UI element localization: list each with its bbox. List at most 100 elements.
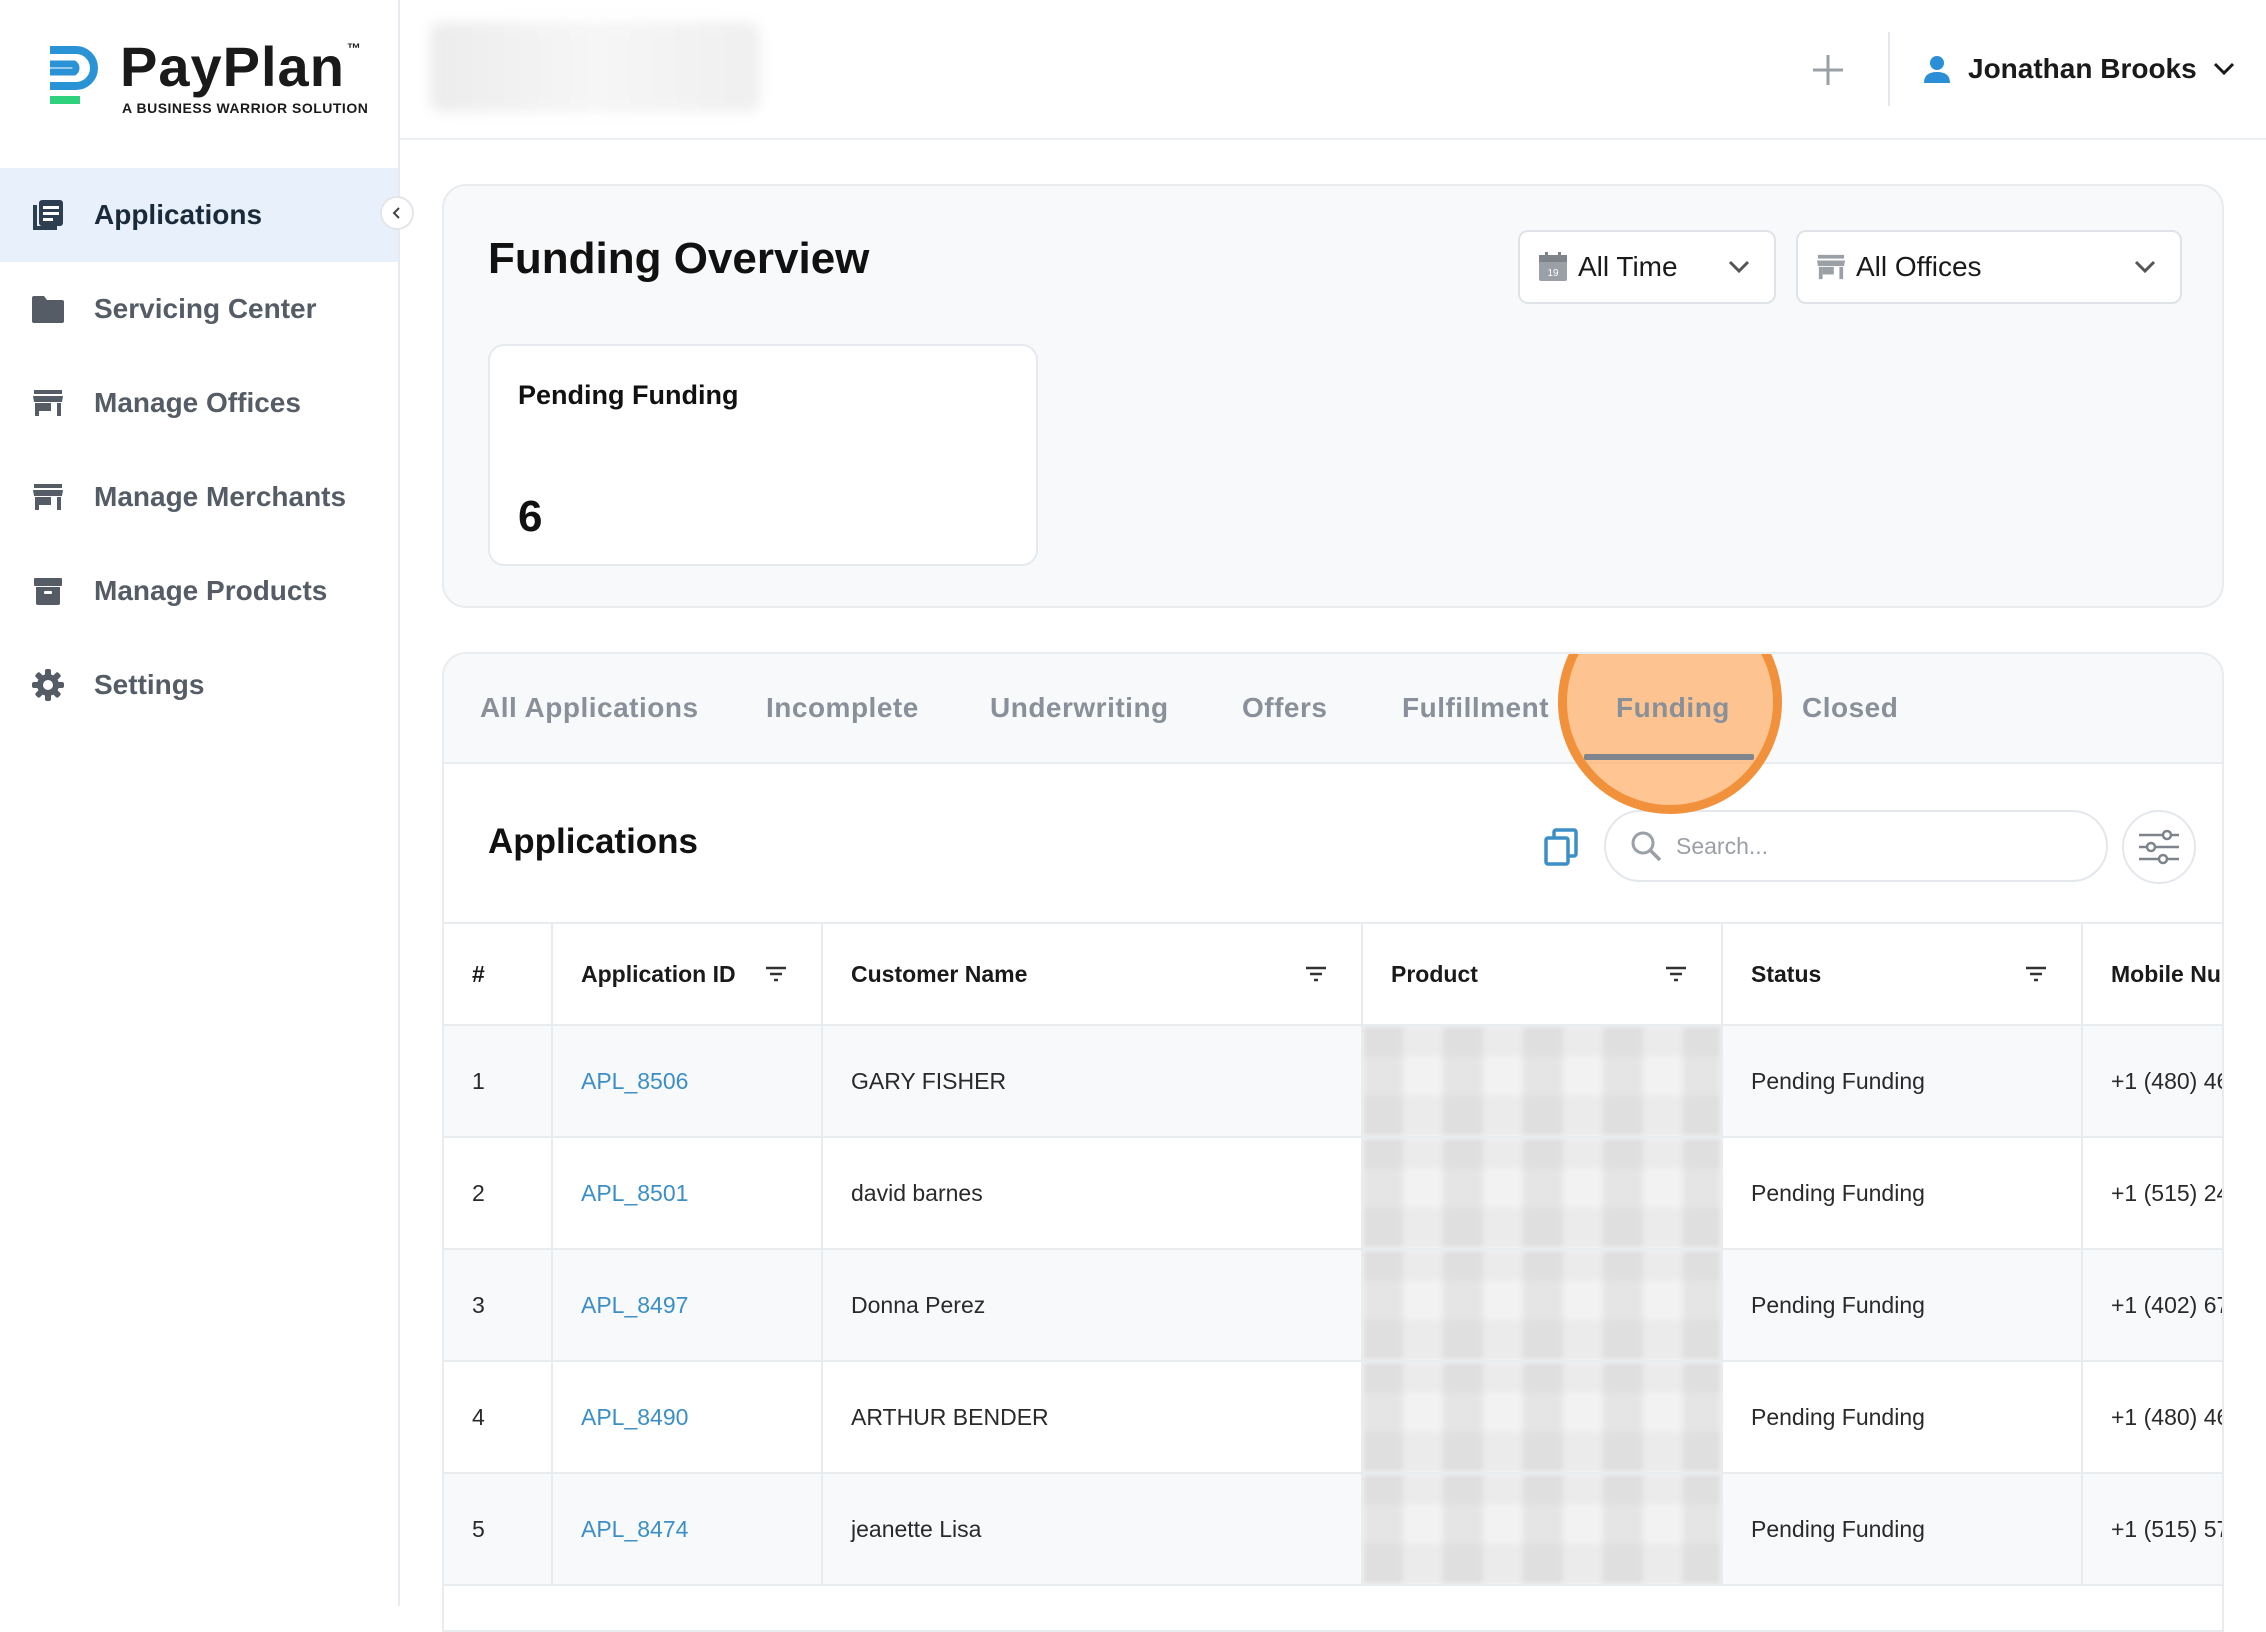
status-cell: Pending Funding [1722,1137,2083,1250]
store-icon [1817,254,1845,280]
time-filter-value: All Time [1578,251,1678,282]
column-header-mobile-number: Mobile Nur [2082,922,2222,1026]
column-header-product[interactable]: Product [1362,922,1723,1026]
top-bar: Jonathan Brooks [400,0,2266,140]
calendar-icon: 19 [1539,252,1567,281]
add-button[interactable] [1798,40,1858,100]
tab-fulfillment[interactable]: Fulfillment [1402,692,1549,724]
redacted-title [430,22,760,112]
applications-table: # Application ID Customer Name Product S… [444,922,2222,1586]
mobile-number: +1 (480) 46 [2082,1361,2222,1474]
tab-offers[interactable]: Offers [1242,692,1327,724]
application-id-link[interactable]: APL_8506 [552,1025,823,1138]
status-cell: Pending Funding [1722,1249,2083,1362]
table-row[interactable]: 3 APL_8497 Donna Perez Pending Funding +… [444,1249,2222,1362]
applications-header: Applications [444,764,2222,924]
product-cell-redacted [1362,1361,1723,1474]
filter-icon[interactable] [1305,966,1327,982]
sidebar-item-settings[interactable]: Settings [0,638,398,732]
payplan-logo-icon [50,46,98,104]
sidebar-item-manage-products[interactable]: Manage Products [0,544,398,638]
tab-underwriting[interactable]: Underwriting [990,692,1169,724]
search-box[interactable] [1604,810,2108,882]
time-filter-select[interactable]: 19 All Time [1518,230,1776,304]
copy-button[interactable] [1534,820,1588,874]
archive-icon [30,573,66,609]
product-cell-redacted [1362,1473,1723,1586]
filter-settings-button[interactable] [2122,810,2196,884]
product-cell-redacted [1362,1249,1723,1362]
row-number: 2 [444,1137,553,1250]
sidebar-item-manage-offices[interactable]: Manage Offices [0,356,398,450]
row-number: 4 [444,1361,553,1474]
chevron-down-icon [2213,62,2234,76]
redaction-blur [1363,1362,1720,1471]
metric-label: Pending Funding [518,380,739,410]
row-number: 5 [444,1473,553,1586]
mobile-number: +1 (402) 67 [2082,1249,2222,1362]
divider [1888,32,1890,106]
tab-all-applications[interactable]: All Applications [480,692,699,724]
user-icon [1924,56,1950,83]
sidebar: PayPlan ™ A BUSINESS WARRIOR SOLUTION App… [0,0,414,1606]
product-cell-redacted [1362,1137,1723,1250]
table-row[interactable]: 5 APL_8474 jeanette Lisa Pending Funding… [444,1473,2222,1586]
gear-icon [30,667,66,703]
mobile-number: +1 (515) 24( [2082,1137,2222,1250]
store-icon [30,385,66,421]
status-cell: Pending Funding [1722,1361,2083,1474]
applications-icon [30,197,66,233]
sidebar-item-label: Settings [94,669,205,700]
copy-icon [1544,828,1578,866]
table-row[interactable]: 4 APL_8490 ARTHUR BENDER Pending Funding… [444,1361,2222,1474]
customer-name: GARY FISHER [822,1025,1363,1138]
redaction-blur [1363,1026,1720,1135]
pending-funding-card[interactable]: Pending Funding 6 [488,344,1038,566]
sidebar-item-label: Manage Offices [94,387,301,418]
status-tabs: All Applications Incomplete Underwriting… [444,654,2222,814]
column-header-application-id[interactable]: Application ID [552,922,823,1026]
plus-icon [1813,55,1843,85]
application-id-link[interactable]: APL_8474 [552,1473,823,1586]
status-cell: Pending Funding [1722,1473,2083,1586]
tab-incomplete[interactable]: Incomplete [766,692,919,724]
filter-icon[interactable] [2025,966,2047,982]
active-tab-indicator [1584,754,1754,760]
column-header-status[interactable]: Status [1722,922,2083,1026]
applications-panel: All Applications Incomplete Underwriting… [442,652,2224,1632]
collapse-sidebar-button[interactable] [380,196,414,230]
office-filter-select[interactable]: All Offices [1796,230,2182,304]
application-id-link[interactable]: APL_8497 [552,1249,823,1362]
column-header-customer-name[interactable]: Customer Name [822,922,1363,1026]
table-header-row: # Application ID Customer Name Product S… [444,922,2222,1026]
row-number: 1 [444,1025,553,1138]
customer-name: jeanette Lisa [822,1473,1363,1586]
product-cell-redacted [1362,1025,1723,1138]
sidebar-item-label: Manage Merchants [94,481,347,512]
table-row[interactable]: 1 APL_8506 GARY FISHER Pending Funding +… [444,1025,2222,1138]
user-name: Jonathan Brooks [1968,53,2197,84]
svg-text:19: 19 [1547,268,1559,279]
search-input[interactable] [1676,832,2076,860]
brand-name: PayPlan ™ [120,35,362,98]
brand-tagline: A BUSINESS WARRIOR SOLUTION [122,100,369,116]
chevron-left-icon [392,207,400,219]
tab-closed[interactable]: Closed [1802,692,1898,724]
table-row[interactable]: 2 APL_8501 david barnes Pending Funding … [444,1137,2222,1250]
sidebar-item-manage-merchants[interactable]: Manage Merchants [0,450,398,544]
status-cell: Pending Funding [1722,1025,2083,1138]
customer-name: david barnes [822,1137,1363,1250]
user-menu[interactable]: Jonathan Brooks [1922,44,2235,94]
tab-funding[interactable]: Funding [1616,692,1730,724]
filter-icon[interactable] [765,966,787,982]
sidebar-item-applications[interactable]: Applications [0,168,414,262]
sidebar-item-label: Applications [94,199,263,230]
filter-icon[interactable] [1665,966,1687,982]
row-number: 3 [444,1249,553,1362]
application-id-link[interactable]: APL_8490 [552,1361,823,1474]
section-title: Applications [488,822,699,861]
sidebar-nav: Applications Servicing Center Manage Off… [0,168,414,732]
payplan-logo[interactable]: PayPlan ™ A BUSINESS WARRIOR SOLUTION [46,34,369,124]
application-id-link[interactable]: APL_8501 [552,1137,823,1250]
sidebar-item-servicing-center[interactable]: Servicing Center [0,262,398,356]
